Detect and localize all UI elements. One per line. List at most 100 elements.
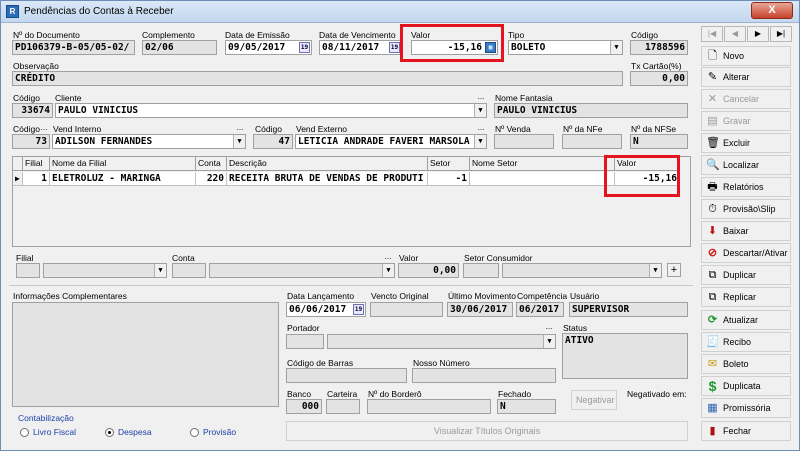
- calendar-icon[interactable]: 19: [389, 42, 400, 53]
- calendar-icon[interactable]: 19: [299, 42, 310, 53]
- radio-provisao[interactable]: [190, 428, 199, 437]
- chevron-down-icon[interactable]: ▼: [649, 264, 661, 277]
- boleto-button[interactable]: ✉ Boleto: [701, 354, 791, 374]
- rateio-filial-select[interactable]: ▼: [43, 263, 167, 278]
- cell-descricao[interactable]: RECEITA BRUTA DE VENDAS DE PRODUTI: [227, 172, 428, 186]
- promissoria-button[interactable]: ▦ Promissória: [701, 398, 791, 418]
- portador-code[interactable]: [286, 334, 324, 349]
- chevron-down-icon[interactable]: ▼: [154, 264, 166, 277]
- vend-externo-select[interactable]: LETICIA ANDRADE FAVERI MARSOLA ▼: [295, 134, 487, 149]
- vend-codigo2-field[interactable]: 47: [253, 134, 293, 149]
- vend-interno-select[interactable]: ADILSON FERNANDES ▼: [52, 134, 246, 149]
- descartar-ativar-button[interactable]: ⊘ Descartar/Ativar: [701, 243, 791, 263]
- grid-header-conta[interactable]: Conta: [196, 157, 227, 171]
- chevron-down-icon[interactable]: ▼: [233, 135, 245, 148]
- visualizar-titulos-button[interactable]: Visualizar Títulos Originais: [286, 421, 688, 441]
- relatorios-button[interactable]: 🖶 Relatórios: [701, 177, 791, 197]
- provisao-slip-button[interactable]: ⏱ Provisão\Slip: [701, 199, 791, 219]
- fechar-button[interactable]: ▮ Fechar: [701, 421, 791, 441]
- atualizar-button[interactable]: ⟳ Atualizar: [701, 310, 791, 330]
- competencia-field[interactable]: 06/2017: [516, 302, 564, 317]
- ultimo-movimento-field[interactable]: 30/06/2017: [447, 302, 513, 317]
- cliente-search-dots[interactable]: ...: [475, 93, 487, 103]
- observacao-field[interactable]: CRÉDITO: [12, 71, 623, 86]
- baixar-button[interactable]: ⬇ Baixar: [701, 221, 791, 241]
- recibo-button[interactable]: 🧾 Recibo: [701, 332, 791, 352]
- chevron-down-icon[interactable]: ▼: [543, 335, 555, 348]
- nosso-numero-field[interactable]: [412, 368, 556, 383]
- chevron-down-icon[interactable]: ▼: [474, 104, 486, 117]
- nav-first-button[interactable]: |◀: [701, 26, 723, 42]
- portador-select[interactable]: ▼: [327, 334, 556, 349]
- alterar-button[interactable]: ✎ Alterar: [701, 67, 791, 87]
- gravar-button[interactable]: ▤ Gravar: [701, 111, 791, 131]
- banco-field[interactable]: 000: [286, 399, 322, 414]
- doc-number-field[interactable]: PD106379-B-05/05-02/: [12, 40, 135, 55]
- rateio-filial-code[interactable]: [16, 263, 40, 278]
- nav-prev-button[interactable]: ◀: [724, 26, 746, 42]
- radio-livro-fiscal[interactable]: [20, 428, 29, 437]
- novo-button[interactable]: 🗋 Novo: [701, 46, 791, 66]
- fechado-field[interactable]: N: [497, 399, 556, 414]
- emissao-date-field[interactable]: 09/05/2017 19: [225, 40, 312, 55]
- cliente-codigo-field[interactable]: 33674: [12, 103, 53, 118]
- radio-livro-fiscal-label[interactable]: Livro Fiscal: [33, 427, 76, 437]
- chevron-down-icon[interactable]: ▼: [382, 264, 394, 277]
- setor-consumidor-code[interactable]: [463, 263, 499, 278]
- vend-codigo-dots[interactable]: ...: [38, 124, 50, 134]
- nav-last-button[interactable]: ▶|: [770, 26, 792, 42]
- rateio-conta-select[interactable]: ▼: [209, 263, 395, 278]
- chevron-down-icon[interactable]: ▼: [610, 41, 622, 54]
- vencto-original-field[interactable]: [370, 302, 443, 317]
- duplicata-button[interactable]: $ Duplicata: [701, 376, 791, 396]
- grid-header-nome-setor[interactable]: Nome Setor: [470, 157, 615, 171]
- nfse-field[interactable]: N: [630, 134, 688, 149]
- grid-header-filial[interactable]: Filial: [23, 157, 50, 171]
- usuario-field[interactable]: SUPERVISOR: [569, 302, 688, 317]
- data-lancamento-field[interactable]: 06/06/2017 19: [286, 302, 366, 317]
- vend-externo-dots[interactable]: ...: [475, 124, 487, 134]
- radio-despesa-label[interactable]: Despesa: [118, 427, 152, 437]
- close-window-button[interactable]: X: [751, 2, 793, 19]
- filial-grid[interactable]: Filial Nome da Filial Conta Descrição Se…: [12, 156, 691, 247]
- grid-header-setor[interactable]: Setor: [428, 157, 470, 171]
- localizar-button[interactable]: 🔍 Localizar: [701, 155, 791, 175]
- nome-fantasia-field[interactable]: PAULO VINICIUS: [494, 103, 688, 118]
- grid-header-descricao[interactable]: Descrição: [227, 157, 428, 171]
- rateio-valor-field[interactable]: 0,00: [398, 263, 459, 278]
- setor-consumidor-select[interactable]: ▼: [502, 263, 662, 278]
- add-rateio-button[interactable]: +: [667, 263, 681, 277]
- cell-conta[interactable]: 220: [196, 172, 227, 186]
- vend-codigo-field[interactable]: 73: [12, 134, 50, 149]
- cell-filial[interactable]: 1: [23, 172, 50, 186]
- tx-cartao-field[interactable]: 0,00: [630, 71, 688, 86]
- portador-dots[interactable]: ...: [543, 323, 555, 333]
- cell-setor[interactable]: -1: [428, 172, 470, 186]
- tipo-select[interactable]: BOLETO ▼: [508, 40, 623, 55]
- vend-interno-dots[interactable]: ...: [234, 124, 246, 134]
- cell-nome-filial[interactable]: ELETROLUZ - MARINGA: [50, 172, 196, 186]
- codigo-barras-field[interactable]: [286, 368, 407, 383]
- vencimento-date-field[interactable]: 08/11/2017 19: [319, 40, 402, 55]
- carteira-field[interactable]: [326, 399, 360, 414]
- nav-next-button[interactable]: ▶: [747, 26, 769, 42]
- cancelar-button[interactable]: ✕ Cancelar: [701, 89, 791, 109]
- rateio-conta-dots[interactable]: ...: [382, 253, 394, 263]
- status-field[interactable]: ATIVO: [562, 333, 688, 379]
- complemento-field[interactable]: 02/06: [142, 40, 217, 55]
- nvenda-field[interactable]: [494, 134, 554, 149]
- grid-header-nome-filial[interactable]: Nome da Filial: [50, 157, 196, 171]
- negativar-button[interactable]: Negativar: [571, 390, 617, 410]
- chevron-down-icon[interactable]: ▼: [474, 135, 486, 148]
- duplicar-button[interactable]: ⧉ Duplicar: [701, 265, 791, 285]
- excluir-button[interactable]: 🗑 Excluir: [701, 133, 791, 153]
- cliente-select[interactable]: PAULO VINICIUS ▼: [55, 103, 487, 118]
- radio-despesa[interactable]: [105, 428, 114, 437]
- cell-nome-setor[interactable]: [470, 172, 615, 186]
- rateio-conta-code[interactable]: [172, 263, 206, 278]
- radio-provisao-label[interactable]: Provisão: [203, 427, 236, 437]
- replicar-button[interactable]: ⧉ Replicar: [701, 287, 791, 307]
- nnfe-field[interactable]: [562, 134, 622, 149]
- codigo-field[interactable]: 1788596: [630, 40, 688, 55]
- calendar-icon[interactable]: 19: [353, 304, 364, 315]
